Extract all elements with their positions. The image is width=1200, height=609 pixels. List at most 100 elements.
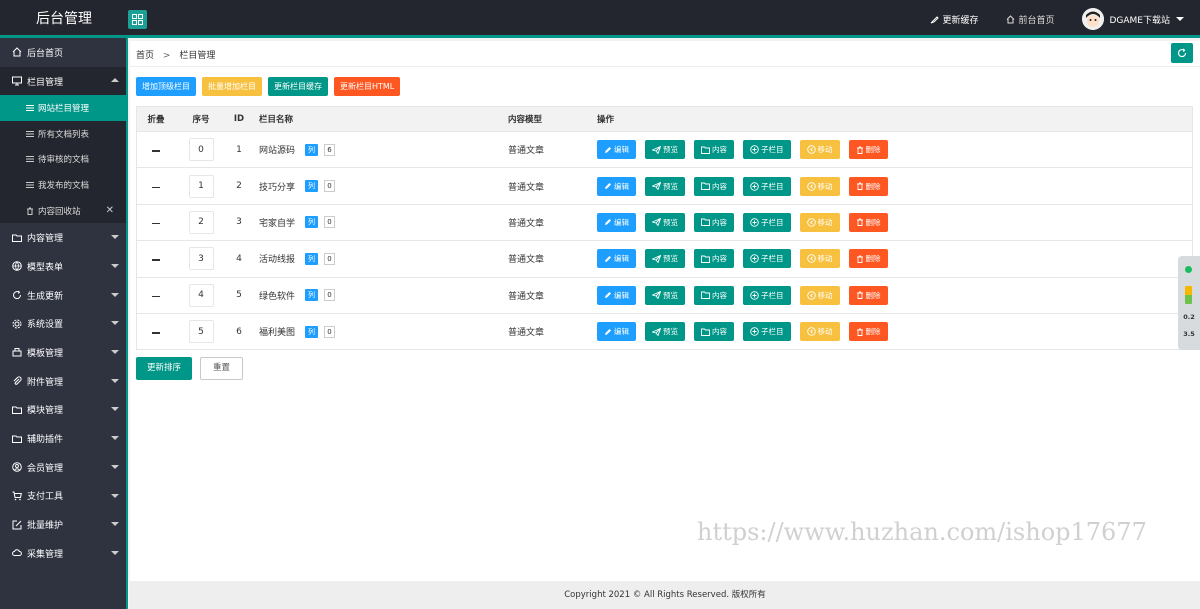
preview-button[interactable]: 预览 [645,176,685,196]
sort-input[interactable] [188,283,214,307]
menu-toggle-button[interactable] [128,10,147,29]
add-top-column-button[interactable]: 增加顶级栏目 [136,77,196,96]
content-model: 普通文章 [508,255,545,266]
list-badge[interactable]: 列 [305,143,319,156]
sidebar-item-generate[interactable]: 生成更新 [0,281,126,310]
preview-button[interactable]: 预览 [645,212,685,232]
delete-label: 删除 [865,217,881,227]
preview-button[interactable]: 预览 [645,140,685,160]
sort-input[interactable] [188,210,214,234]
column-name[interactable]: 网站源码 [259,143,295,156]
sidebar-sub-recycle-bin[interactable]: 内容回收站 ✕ [0,198,126,224]
sidebar-item-modules[interactable]: 模块管理 [0,395,126,424]
sidebar-item-label: 生成更新 [27,291,64,302]
move-button[interactable]: 移动 [799,176,840,196]
update-sort-button[interactable]: 更新排序 [136,357,193,380]
trash-icon [856,146,863,154]
move-button[interactable]: 移动 [799,285,840,305]
sidebar-item-plugins[interactable]: 辅助插件 [0,424,126,453]
child-column-button[interactable]: 子栏目 [743,249,791,269]
move-button[interactable]: 移动 [799,140,840,160]
sidebar-item-collect[interactable]: 采集管理 [0,539,126,568]
sort-input[interactable] [188,138,214,162]
fold-toggle[interactable] [137,217,175,227]
sidebar-item-content[interactable]: 内容管理 [0,223,126,252]
sidebar-sub-site-columns[interactable]: 网站栏目管理 [0,95,126,121]
update-column-html-button[interactable]: 更新栏目HTML [334,77,401,96]
sort-input[interactable] [188,174,214,198]
sidebar-item-payment[interactable]: 支付工具 [0,482,126,511]
content-button[interactable]: 内容 [694,322,734,342]
list-badge[interactable]: 列 [305,180,319,193]
move-button[interactable]: 移动 [799,322,840,342]
delete-button[interactable]: 删除 [848,285,888,305]
column-name[interactable]: 活动线报 [259,252,295,265]
sidebar-item-column-management[interactable]: 栏目管理 [0,66,126,96]
close-icon[interactable]: ✕ [106,205,114,216]
child-column-button[interactable]: 子栏目 [743,140,791,160]
list-badge[interactable]: 列 [305,252,319,265]
edit-button[interactable]: 编辑 [597,140,636,160]
list-badge[interactable]: 列 [305,216,319,229]
column-name[interactable]: 技巧分享 [259,180,295,193]
move-button[interactable]: 移动 [799,249,840,269]
content-button[interactable]: 内容 [694,249,734,269]
sort-input[interactable] [188,247,214,271]
column-name[interactable]: 宅家自学 [259,216,295,229]
child-column-button[interactable]: 子栏目 [743,176,791,196]
fold-toggle[interactable] [137,145,175,155]
sidebar-item-members[interactable]: 会员管理 [0,453,126,482]
delete-button[interactable]: 删除 [848,140,888,160]
edit-button[interactable]: 编辑 [597,285,636,305]
fold-toggle[interactable] [137,290,175,300]
edit-button[interactable]: 编辑 [597,322,636,342]
reset-button[interactable]: 重置 [200,357,244,380]
sidebar-sub-pending-docs[interactable]: 待审核的文档 [0,147,126,173]
breadcrumb-separator: > [162,51,171,61]
user-menu[interactable]: DGAME下载站 [1082,8,1184,30]
sidebar-sub-all-docs[interactable]: 所有文档列表 [0,121,126,147]
delete-button[interactable]: 删除 [848,176,888,196]
breadcrumb-home[interactable]: 首页 [136,51,154,61]
front-home-link[interactable]: 前台首页 [1006,13,1054,26]
child-column-button[interactable]: 子栏目 [743,212,791,232]
preview-button[interactable]: 预览 [645,285,685,305]
update-cache-link[interactable]: 更新缓存 [930,13,978,26]
preview-button[interactable]: 预览 [645,322,685,342]
edit-button[interactable]: 编辑 [597,212,636,232]
sidebar-item-model-forms[interactable]: 模型表单 [0,252,126,281]
batch-add-column-button[interactable]: 批量增加栏目 [202,77,262,96]
sidebar-sub-my-docs[interactable]: 我发布的文档 [0,172,126,198]
move-button[interactable]: 移动 [799,212,840,232]
row-id: 4 [236,253,242,264]
fold-toggle[interactable] [137,181,175,191]
edit-button[interactable]: 编辑 [597,176,636,196]
column-name[interactable]: 绿色软件 [259,289,295,302]
sidebar-item-templates[interactable]: 模板管理 [0,338,126,367]
update-column-cache-button[interactable]: 更新栏目缓存 [268,77,328,96]
preview-button[interactable]: 预览 [645,249,685,269]
column-name[interactable]: 福利美图 [259,325,295,338]
content-button[interactable]: 内容 [694,212,734,232]
list-badge[interactable]: 列 [305,325,319,338]
child-column-button[interactable]: 子栏目 [743,322,791,342]
floating-status-widget[interactable]: 0.2 3.5 [1178,256,1200,350]
delete-button[interactable]: 删除 [848,212,888,232]
sort-input[interactable] [188,320,214,344]
content-button[interactable]: 内容 [694,176,734,196]
top-bar: 后台管理 更新缓存 前台首页 DGAME下载站 [0,0,1200,38]
sidebar-item-settings[interactable]: 系统设置 [0,309,126,338]
edit-button[interactable]: 编辑 [597,249,636,269]
fold-toggle[interactable] [137,254,175,264]
list-badge[interactable]: 列 [305,289,319,302]
fold-toggle[interactable] [137,327,175,337]
sidebar-item-home[interactable]: 后台首页 [0,38,126,67]
sidebar-item-batch[interactable]: 批量维护 [0,510,126,539]
delete-button[interactable]: 删除 [848,249,888,269]
content-button[interactable]: 内容 [694,285,734,305]
child-column-button[interactable]: 子栏目 [743,285,791,305]
refresh-button[interactable] [1171,43,1193,63]
delete-button[interactable]: 删除 [848,322,888,342]
sidebar-item-attachments[interactable]: 附件管理 [0,367,126,396]
content-button[interactable]: 内容 [694,140,734,160]
